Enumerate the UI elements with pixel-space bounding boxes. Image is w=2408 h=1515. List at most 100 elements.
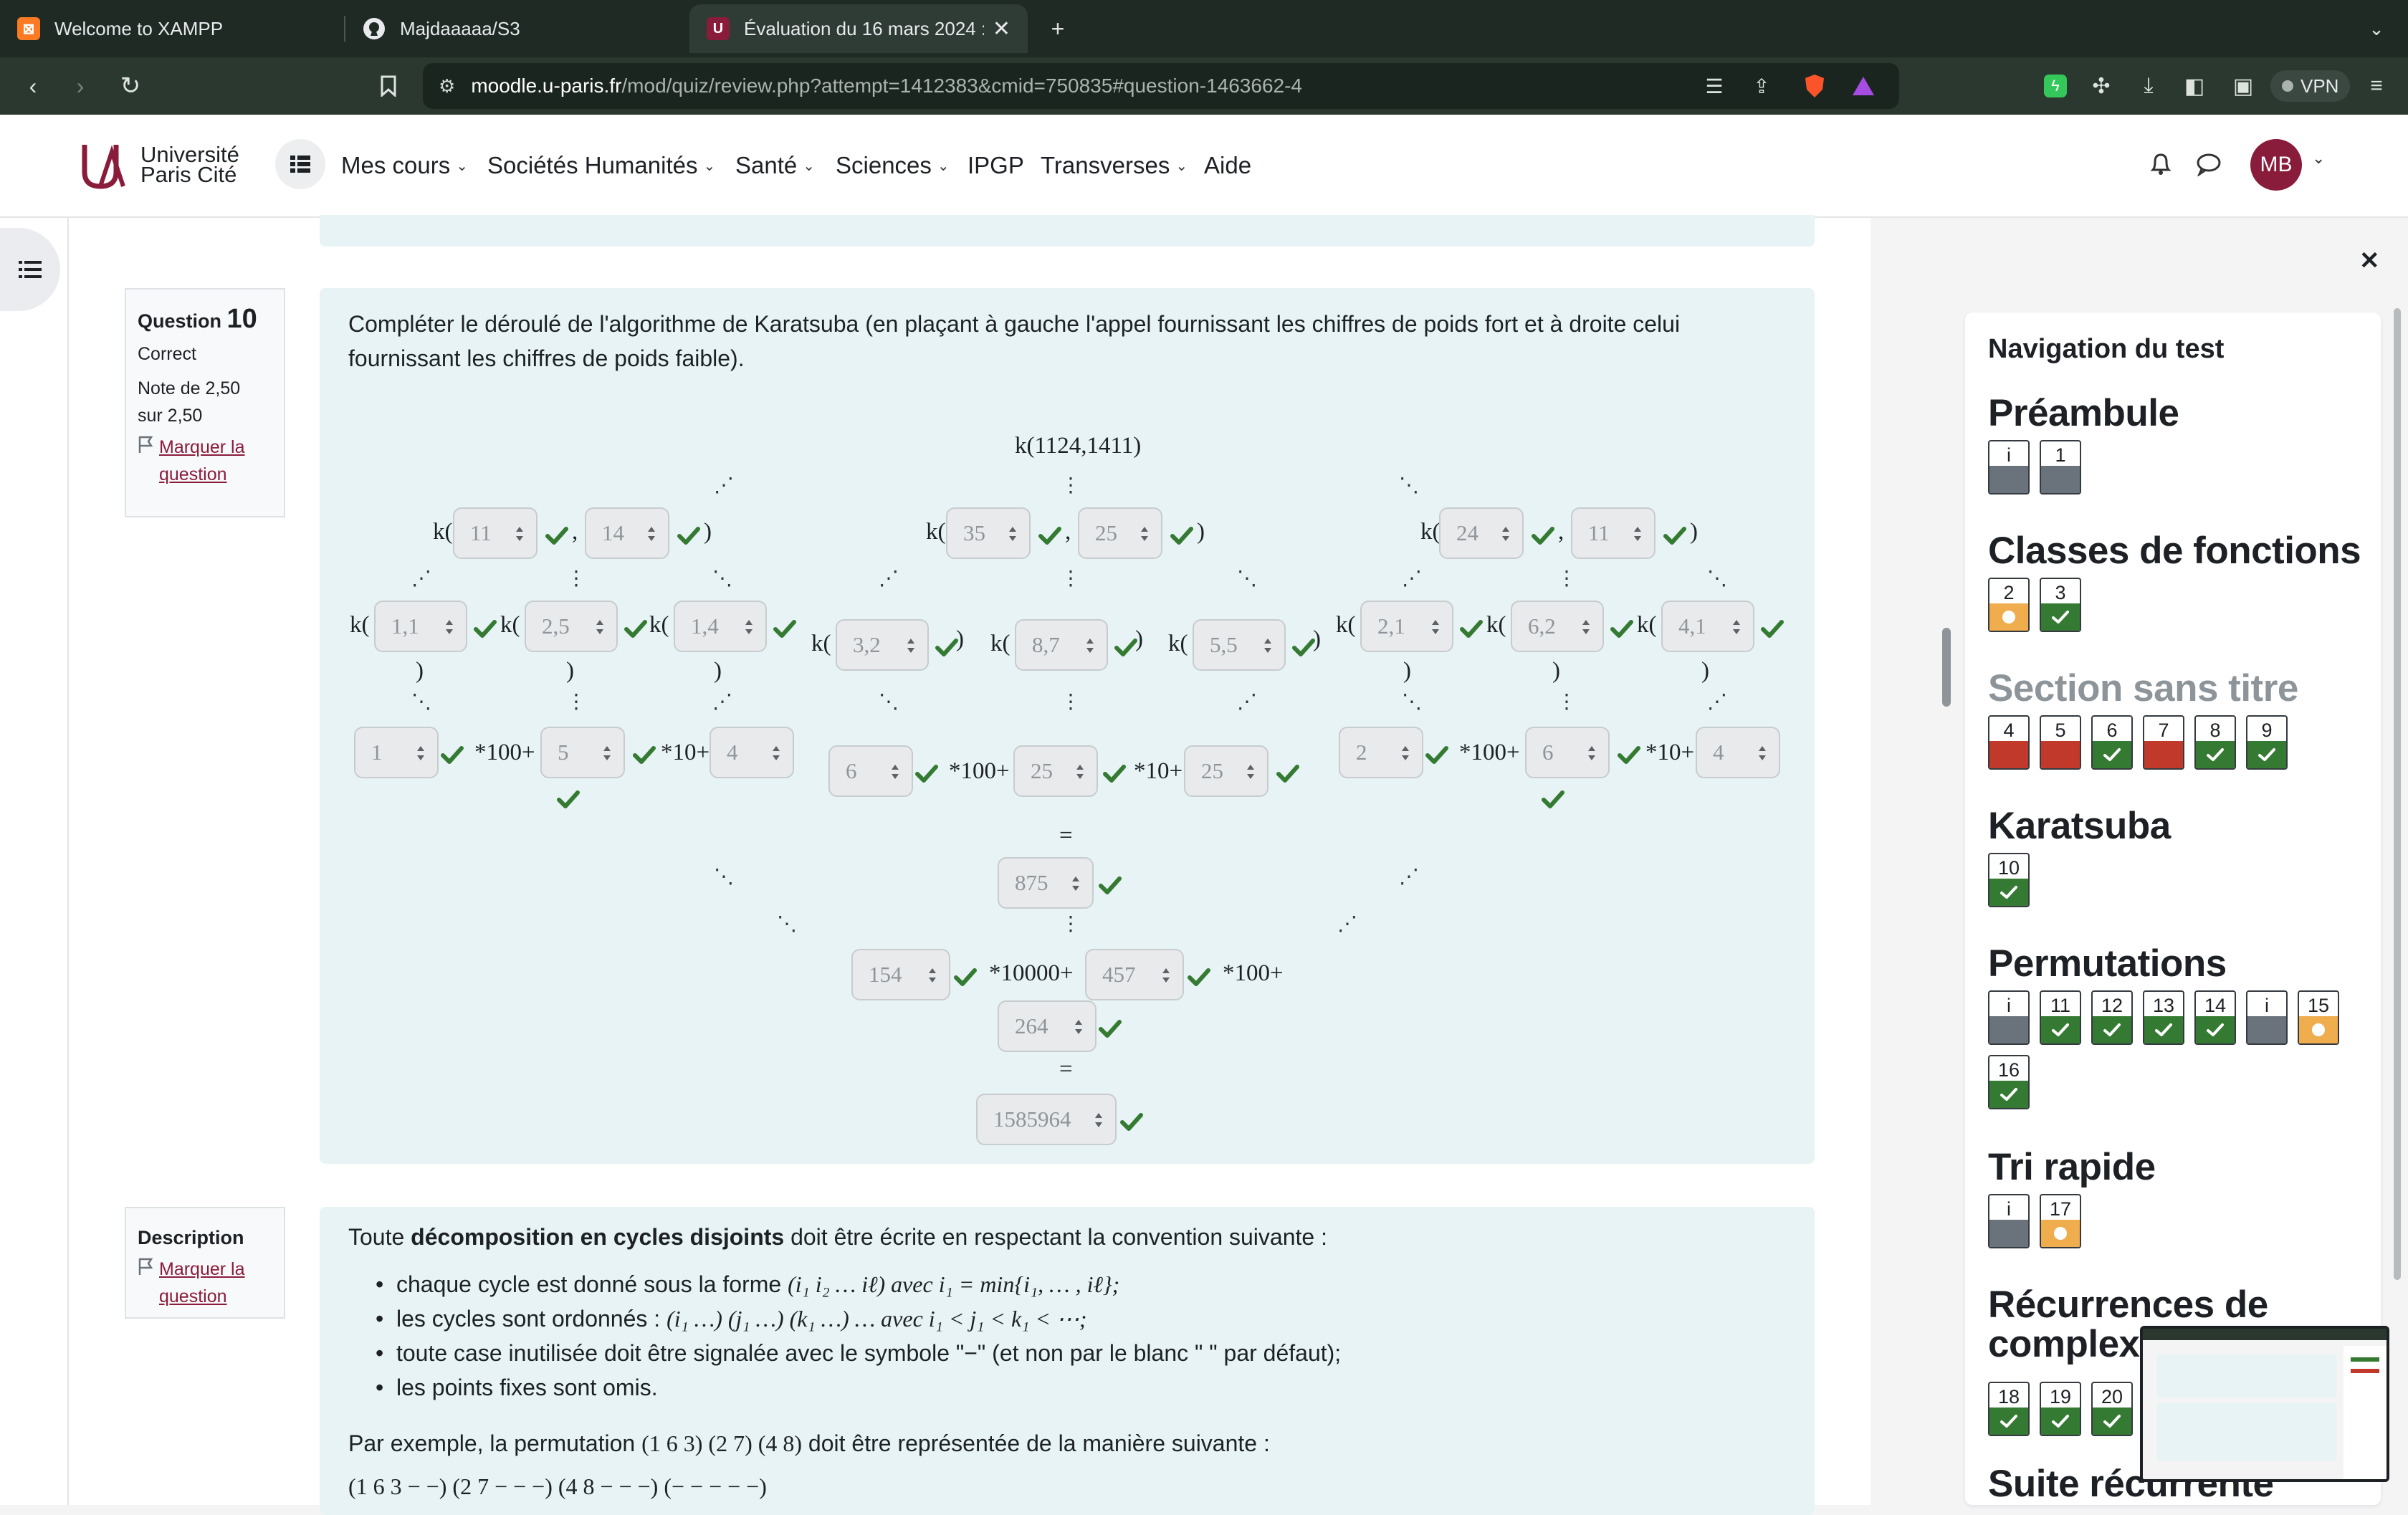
nav-sante[interactable]: Santé ⌄ [735,152,815,179]
university-logo[interactable]: Université Paris Cité [79,139,239,191]
quiz-nav-button[interactable]: i [1988,1194,2030,1248]
extension-green-icon[interactable]: ϟ [2040,70,2071,102]
tab-xampp[interactable]: ⊠ Welcome to XAMPP [0,4,344,53]
select-r2b[interactable]: 6,2 [1511,601,1604,652]
select-value: 25 [1095,520,1117,545]
select-l1a[interactable]: 11 [453,507,538,559]
extensions-icon[interactable]: ✣ [2086,70,2117,102]
select-r2a[interactable]: 2,1 [1360,601,1453,652]
k-call-open: k( [926,519,946,545]
quiz-nav-button[interactable]: 8 [2194,715,2236,770]
messages-icon[interactable] [2196,152,2222,176]
back-icon[interactable]: ‹ [17,70,49,102]
check-icon [2000,1088,2017,1101]
select-m2a[interactable]: 3,2 [836,619,929,671]
select-r3a[interactable]: 2 [1339,727,1423,778]
quiz-nav-button[interactable]: 10 [1988,853,2030,907]
select-final[interactable]: 1585964 [976,1094,1117,1145]
select-m3a[interactable]: 6 [828,745,913,797]
quiz-nav-button[interactable]: 12 [2091,990,2133,1045]
nav-societes-humanites[interactable]: Sociétés Humanités ⌄ [487,152,715,179]
brave-rewards-icon[interactable] [1848,70,1879,102]
new-tab-icon[interactable]: + [1042,13,1074,44]
picture-in-picture-preview[interactable] [2140,1326,2389,1482]
select-c2[interactable]: 457 [1085,949,1184,1000]
nav-sciences[interactable]: Sciences ⌄ [836,152,950,179]
site-settings-icon[interactable]: ⚙ [439,75,455,97]
quiz-nav-button[interactable]: i [1988,990,2030,1045]
address-bar[interactable]: ⚙ moodle.u-paris.fr /mod/quiz/review.php… [423,63,1899,109]
select-l3c[interactable]: 4 [710,727,794,778]
drawer-scrollbar[interactable] [2394,308,2401,1280]
close-paren: ) [1403,658,1411,684]
select-m2c[interactable]: 5,5 [1193,619,1286,671]
select-l2c[interactable]: 1,4 [674,601,767,652]
quiz-nav-button[interactable]: 5 [2040,715,2081,770]
quiz-nav-button[interactable]: 11 [2040,990,2081,1045]
select-m2b[interactable]: 8,7 [1015,619,1108,671]
brave-shield-icon[interactable] [1799,70,1830,102]
course-index-button[interactable] [275,139,325,189]
select-m3b[interactable]: 25 [1013,745,1098,797]
select-c1[interactable]: 154 [851,949,950,1000]
quiz-nav-button[interactable]: 14 [2194,990,2236,1045]
select-l2a[interactable]: 1,1 [374,601,467,652]
quiz-nav-button[interactable]: 17 [2040,1194,2081,1248]
bookmark-icon[interactable] [373,70,404,102]
select-l3a[interactable]: 1 [354,727,439,778]
quiz-nav-button[interactable]: 2 [1988,578,2030,632]
drawer-resize-handle[interactable] [1942,628,1951,707]
user-menu-chevron-icon[interactable]: ⌄ [2312,149,2325,168]
reader-mode-icon[interactable]: ☰ [1698,70,1730,102]
notifications-bell-icon[interactable] [2149,150,2173,176]
grid-menu-icon [290,156,310,173]
select-mid[interactable]: 875 [998,857,1094,909]
quiz-nav-button[interactable]: 16 [1988,1055,2030,1109]
quiz-nav-button[interactable]: 20 [2091,1382,2133,1436]
flag-question-link[interactable]: Marquer la question [138,434,272,488]
quiz-nav-button[interactable]: 3 [2040,578,2081,632]
wallet-icon[interactable]: ▣ [2227,70,2259,102]
quiz-nav-button[interactable]: 6 [2091,715,2133,770]
select-r2c[interactable]: 4,1 [1661,601,1754,652]
description-flag-link[interactable]: Marquer la question [138,1256,272,1310]
nav-ipgp[interactable]: IPGP [968,152,1024,179]
select-l3b[interactable]: 5 [540,727,625,778]
tab-search-chevron-icon[interactable]: ⌄ [2361,13,2392,44]
reload-icon[interactable]: ↻ [115,70,146,102]
quiz-nav-button[interactable]: 7 [2143,715,2184,770]
select-l1b[interactable]: 14 [585,507,669,559]
sidebar-toggle-icon[interactable]: ◧ [2179,70,2210,102]
nav-mes-cours[interactable]: Mes cours ⌄ [341,152,468,179]
quiz-nav-button[interactable]: i [2246,990,2288,1045]
quiz-nav-button[interactable]: 4 [1988,715,2030,770]
tab-github[interactable]: Majdaaaaa/S3 [345,4,688,53]
select-c3[interactable]: 264 [998,1000,1096,1052]
menu-icon[interactable]: ≡ [2361,70,2392,102]
nav-aide[interactable]: Aide [1204,152,1251,179]
vpn-button[interactable]: VPN [2270,70,2351,102]
quiz-nav-button[interactable]: 13 [2143,990,2184,1045]
quiz-nav-button[interactable]: i [1988,440,2030,494]
close-tab-icon[interactable]: ✕ [993,16,1010,42]
downloads-icon[interactable]: ⤓ [2133,70,2164,102]
quiz-nav-button[interactable]: 15 [2298,990,2339,1045]
select-m3c[interactable]: 25 [1184,745,1268,797]
select-r3c[interactable]: 4 [1696,727,1780,778]
close-drawer-icon[interactable]: ✕ [2359,247,2380,275]
quiz-nav-button[interactable]: 1 [2040,440,2081,494]
select-r3b[interactable]: 6 [1525,727,1610,778]
select-m1b[interactable]: 25 [1078,507,1162,559]
quiz-nav-button[interactable]: 19 [2040,1382,2081,1436]
quiz-nav-button[interactable]: 9 [2246,715,2288,770]
select-r1a[interactable]: 24 [1439,507,1524,559]
nav-transverses[interactable]: Transverses ⌄ [1041,152,1188,179]
avatar[interactable]: MB [2250,139,2302,191]
forward-icon[interactable]: › [64,70,96,102]
quiz-nav-button[interactable]: 18 [1988,1382,2030,1436]
tab-evaluation[interactable]: U Évaluation du 16 mars 2024 : ( ✕ [689,4,1028,53]
share-icon[interactable]: ⇪ [1746,70,1777,102]
select-l2b[interactable]: 2,5 [525,601,618,652]
select-m1a[interactable]: 35 [946,507,1031,559]
select-r1b[interactable]: 11 [1571,507,1656,559]
